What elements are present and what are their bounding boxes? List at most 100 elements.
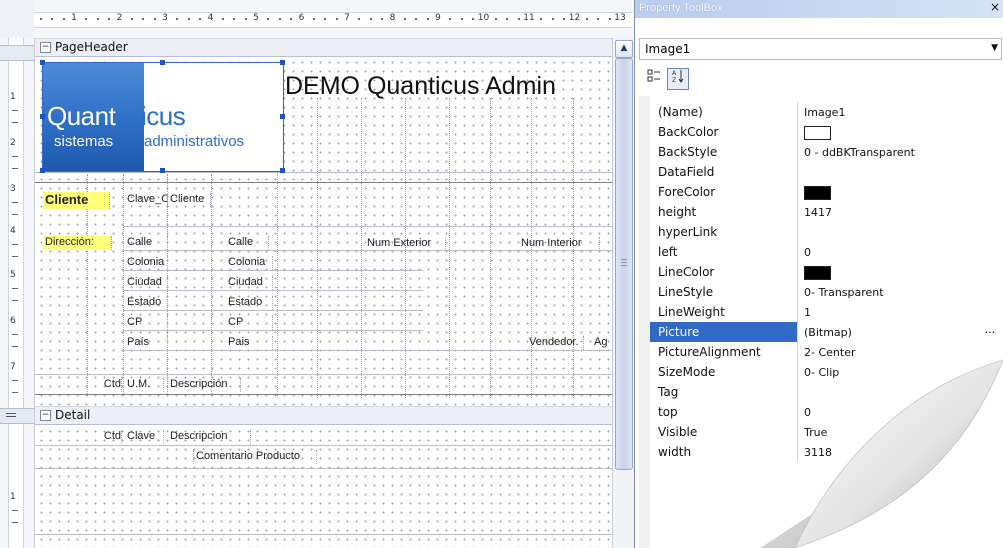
ruler-number: 8	[389, 13, 396, 23]
property-row-picturealignment[interactable]: PictureAlignment 2- Center	[650, 342, 1000, 362]
estado-label[interactable]: Estado	[125, 296, 168, 310]
calle-label[interactable]: Calle	[125, 236, 168, 250]
ctd-header-field[interactable]: Ctd	[89, 378, 122, 392]
resize-handle[interactable]	[160, 60, 165, 65]
descripcion-header-field[interactable]: Descripción	[168, 378, 241, 392]
property-name: width	[658, 445, 692, 459]
direccion-label[interactable]: Dirección:	[43, 236, 112, 250]
property-row-hyperlink[interactable]: hyperLink	[650, 222, 1000, 242]
property-row-visible[interactable]: Visible True	[650, 422, 1000, 442]
alphabetical-sort-icon[interactable]: AZ	[667, 68, 689, 90]
resize-handle[interactable]	[160, 168, 165, 173]
property-row-width[interactable]: width 3118	[650, 442, 1000, 462]
categorized-view-icon[interactable]	[643, 68, 665, 90]
color-swatch[interactable]	[804, 266, 831, 280]
resize-handle[interactable]	[40, 114, 45, 119]
calle-field[interactable]: Calle	[226, 236, 269, 250]
property-row-linecolor[interactable]: LineColor	[650, 262, 1000, 282]
property-grid: (Name) Image1 BackColor BackStyle 0 - ddBKTr…	[639, 96, 1000, 548]
ruler-number: 10	[477, 13, 490, 23]
color-swatch[interactable]	[804, 126, 831, 140]
scroll-up-icon[interactable]: ▲	[615, 40, 633, 58]
resize-handle[interactable]	[280, 168, 285, 173]
num-exterior-field[interactable]: Num Exterior	[365, 237, 446, 251]
resize-handle[interactable]	[40, 168, 45, 173]
property-row-left[interactable]: left 0	[650, 242, 1000, 262]
comentario-producto-field[interactable]: Comentario Producto	[193, 450, 317, 464]
property-row-top[interactable]: top 0	[650, 402, 1000, 422]
report-canvas[interactable]: − PageHeader Quant icus sistemas adminis…	[35, 38, 612, 548]
num-interior-field[interactable]: Num Interior	[519, 237, 600, 251]
designer-vertical-scrollbar[interactable]: ▲	[612, 38, 634, 548]
vendedor-field[interactable]: Vendedor.	[527, 336, 584, 350]
logo-image[interactable]: Quant icus sistemas administrativos	[42, 62, 284, 172]
close-icon[interactable]: ×	[990, 0, 1000, 14]
property-row-lineweight[interactable]: LineWeight 1	[650, 302, 1000, 322]
resize-handle[interactable]	[40, 60, 45, 65]
ruler-number: 4	[10, 226, 16, 236]
ctd-detail-field[interactable]: Ctd	[89, 430, 122, 444]
property-row-picture[interactable]: Picture (Bitmap)...	[650, 322, 1000, 342]
property-value[interactable]: 1417	[804, 206, 832, 219]
property-value[interactable]: 0- Transparent	[804, 286, 884, 299]
descripcion-detail-field[interactable]: Descripcion	[168, 430, 251, 444]
property-row-name[interactable]: (Name) Image1	[650, 102, 1000, 122]
property-value[interactable]: 3118	[804, 446, 832, 459]
scroll-thumb[interactable]	[615, 58, 633, 470]
property-row-sizemode[interactable]: SizeMode 0- Clip	[650, 362, 1000, 382]
pageheader-band[interactable]: − PageHeader	[35, 38, 612, 57]
property-row-linestyle[interactable]: LineStyle 0- Transparent	[650, 282, 1000, 302]
property-value[interactable]: (Bitmap)	[804, 326, 852, 339]
ruler-number: 4	[207, 13, 214, 23]
resize-handle[interactable]	[280, 60, 285, 65]
color-swatch[interactable]	[804, 186, 831, 200]
resize-handle[interactable]	[280, 114, 285, 119]
clave-cli-field[interactable]: Clave_Cli	[125, 193, 168, 207]
property-value[interactable]: 1	[804, 306, 811, 319]
cp-field[interactable]: CP	[226, 316, 273, 330]
colonia-label[interactable]: Colonia	[125, 256, 168, 270]
property-value[interactable]: True	[804, 426, 827, 439]
property-value[interactable]: 2- Center	[804, 346, 856, 359]
cliente-label[interactable]: Cliente	[43, 192, 110, 209]
colonia-field[interactable]: Colonia	[226, 256, 273, 270]
property-row-backcolor[interactable]: BackColor	[650, 122, 1000, 142]
ag-field[interactable]: Ag	[592, 336, 612, 350]
property-name: LineWeight	[658, 305, 725, 319]
property-row-backstyle[interactable]: BackStyle 0 - ddBKTransparent	[650, 142, 1000, 162]
property-value[interactable]: 0- Clip	[804, 366, 839, 379]
pais-label[interactable]: País	[125, 336, 168, 350]
report-title[interactable]: DEMO Quanticus Admin	[285, 72, 556, 101]
property-row-forecolor[interactable]: ForeColor	[650, 182, 1000, 202]
object-selector-combo[interactable]: Image1 ▼	[639, 38, 1002, 60]
ruler-number: 5	[253, 13, 259, 23]
property-value[interactable]: 0	[804, 406, 811, 419]
property-row-tag[interactable]: Tag	[650, 382, 1000, 402]
property-name: BackColor	[658, 125, 719, 139]
detail-band[interactable]: − Detail	[35, 406, 612, 425]
cp-label[interactable]: CP	[125, 316, 168, 330]
chevron-down-icon[interactable]: ▼	[991, 43, 998, 53]
property-row-datafield[interactable]: DataField	[650, 162, 1000, 182]
toolbox-titlebar[interactable]: Property ToolBox ×	[635, 0, 1003, 18]
property-value[interactable]: 0 - ddBKTransparent	[804, 146, 915, 159]
estado-field[interactable]: Estado	[226, 296, 273, 310]
detail-section-marker	[0, 408, 34, 424]
ellipsis-button[interactable]: ...	[980, 322, 1000, 342]
collapse-icon[interactable]: −	[40, 410, 51, 421]
property-row-height[interactable]: height 1417	[650, 202, 1000, 222]
property-value[interactable]: Image1	[804, 106, 845, 119]
ciudad-label[interactable]: Ciudad	[125, 276, 168, 290]
svg-text:Z: Z	[672, 77, 676, 83]
collapse-icon[interactable]: −	[40, 42, 51, 53]
logo-sub-b: administrativos	[144, 133, 245, 150]
ciudad-field[interactable]: Ciudad	[226, 276, 273, 290]
pais-field[interactable]: Pais	[226, 336, 273, 350]
property-name: DataField	[658, 165, 715, 179]
clave-detail-field[interactable]: Clave	[125, 430, 164, 444]
property-toolbar: AZ	[639, 66, 1000, 94]
cliente-field[interactable]: Cliente	[168, 193, 211, 207]
um-header-field[interactable]: U.M.	[125, 378, 164, 392]
property-value[interactable]: 0	[804, 246, 811, 259]
logo-word-a: Quant	[47, 101, 116, 131]
